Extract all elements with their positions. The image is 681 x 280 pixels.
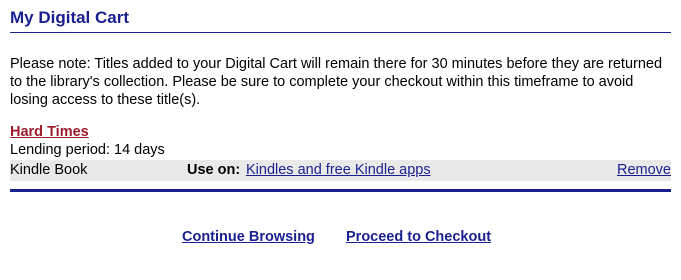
page-title: My Digital Cart bbox=[10, 8, 130, 27]
title-divider bbox=[10, 32, 671, 33]
item-title-link[interactable]: Hard Times bbox=[10, 124, 89, 140]
item-format: Kindle Book bbox=[10, 162, 88, 178]
proceed-to-checkout-link[interactable]: Proceed to Checkout bbox=[346, 229, 491, 245]
use-on-devices-link[interactable]: Kindles and free Kindle apps bbox=[246, 162, 431, 178]
cart-item-row: Kindle Book Use on: Kindles and free Kin… bbox=[10, 160, 671, 181]
cart-notice-text: Please note: Titles added to your Digita… bbox=[10, 56, 663, 108]
lending-period-text: Lending period: 14 days bbox=[10, 142, 165, 158]
use-on-label: Use on: bbox=[187, 162, 241, 178]
continue-browsing-link[interactable]: Continue Browsing bbox=[182, 229, 315, 245]
remove-item-link[interactable]: Remove bbox=[617, 162, 671, 178]
bottom-divider bbox=[10, 189, 671, 192]
